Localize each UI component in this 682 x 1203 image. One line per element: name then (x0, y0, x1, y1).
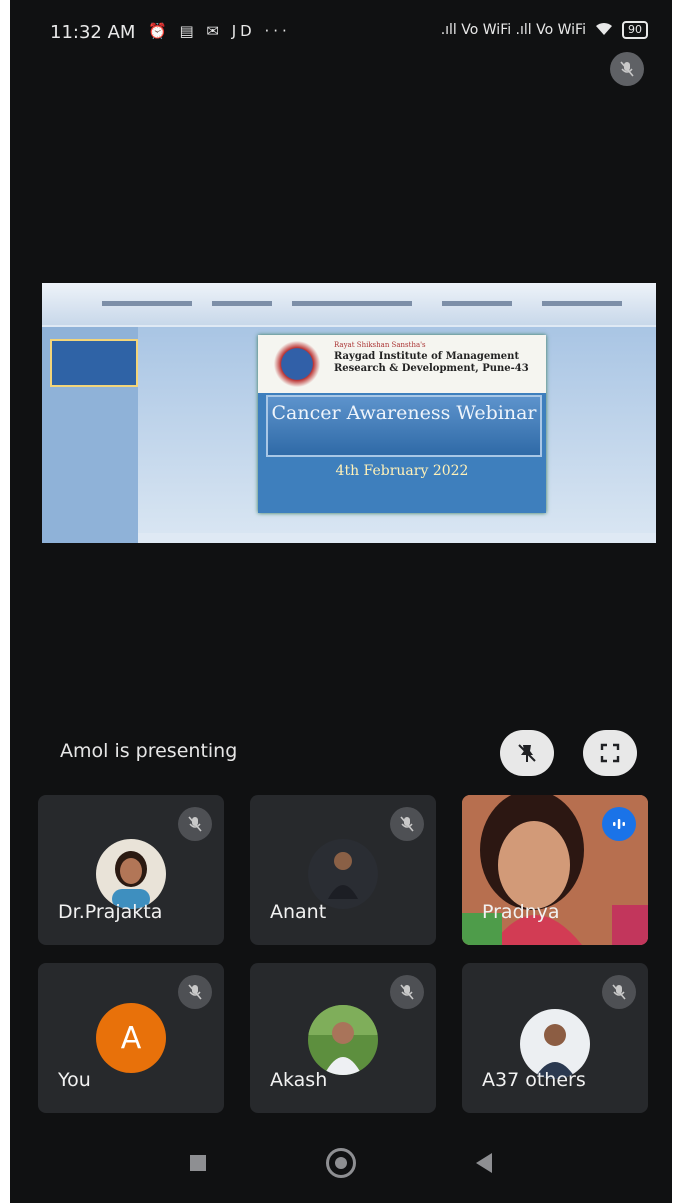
institution-logo (266, 341, 328, 387)
presenter-mic-off-icon (610, 52, 644, 86)
presentation-slide: Rayat Shikshan Sanstha's Raygad Institut… (258, 335, 546, 513)
slide-header: Rayat Shikshan Sanstha's Raygad Institut… (258, 335, 546, 393)
others-tile[interactable]: A37 others (462, 963, 648, 1113)
fullscreen-button[interactable] (583, 730, 637, 776)
participant-tile-speaking[interactable]: Pradnya (462, 795, 648, 945)
status-right: .ıll Vo WiFi .ıll Vo WiFi 90 (441, 20, 648, 40)
fullscreen-icon (600, 743, 620, 763)
participant-tile[interactable]: Akash (250, 963, 436, 1113)
phone-screen: 11:32 AM ⏰ ▤ ✉ JD ··· .ıll Vo WiFi .ıll … (10, 0, 672, 1203)
participant-name: Akash (270, 1069, 328, 1091)
slide-thumbnail (50, 339, 138, 387)
mic-off-icon (602, 975, 636, 1009)
speaking-icon (602, 807, 636, 841)
status-bar: 11:32 AM ⏰ ▤ ✉ JD ··· .ıll Vo WiFi .ıll … (10, 0, 672, 64)
participant-name: Dr.Prajakta (58, 901, 163, 923)
participant-tile[interactable]: Anant (250, 795, 436, 945)
status-time: 11:32 AM (50, 22, 136, 43)
shared-screen[interactable]: Rayat Shikshan Sanstha's Raygad Institut… (42, 283, 656, 543)
mic-off-icon (390, 807, 424, 841)
participant-tile[interactable]: Dr.Prajakta (38, 795, 224, 945)
mic-off-icon (178, 975, 212, 1009)
participant-name: You (58, 1069, 91, 1091)
slide-title: Cancer Awareness Webinar (271, 402, 537, 424)
institution-top: Rayat Shikshan Sanstha's (334, 341, 426, 349)
slide-thumbnails (42, 327, 138, 543)
notification-icons: ⏰ ▤ ✉ JD ··· (148, 22, 291, 40)
mic-off-icon (178, 807, 212, 841)
recents-button[interactable] (190, 1155, 206, 1171)
avatar (96, 839, 166, 909)
participant-name: Pradnya (482, 901, 560, 923)
navigation-bar (10, 1123, 672, 1203)
participant-tile-self[interactable]: A You (38, 963, 224, 1113)
unpin-button[interactable] (500, 730, 554, 776)
back-button[interactable] (476, 1153, 492, 1173)
app-ribbon (42, 283, 656, 325)
slide-title-box: Cancer Awareness Webinar (266, 395, 542, 457)
slide-date: 4th February 2022 (335, 463, 469, 479)
participant-name: Anant (270, 901, 327, 923)
avatar: A (96, 1003, 166, 1073)
avatar (308, 839, 378, 909)
home-button[interactable] (326, 1148, 356, 1178)
mic-off-icon (390, 975, 424, 1009)
avatar (308, 1005, 378, 1075)
participant-name: A (482, 1069, 495, 1091)
wifi-icon (594, 20, 614, 40)
institution-name: Raygad Institute of Management Research … (334, 351, 529, 374)
pin-icon (518, 744, 536, 762)
presenting-label: Amol is presenting (60, 740, 238, 762)
others-count: 37 others (495, 1069, 586, 1091)
battery-icon: 90 (622, 21, 648, 39)
signal-icon: .ıll Vo WiFi .ıll Vo WiFi (440, 22, 586, 38)
